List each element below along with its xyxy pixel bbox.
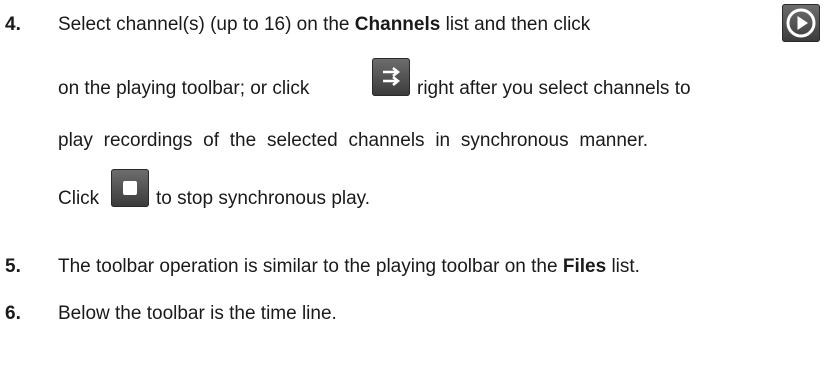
- text: to stop synchronous play.: [156, 188, 371, 209]
- text: Click: [58, 188, 100, 209]
- text: right after you select channels to: [417, 78, 691, 99]
- text: Below the toolbar is the time line.: [58, 303, 337, 324]
- play-icon: [782, 4, 820, 42]
- step-4-line-2b: right after you select channels to: [417, 78, 691, 100]
- step-5-text: The toolbar operation is similar to the …: [58, 256, 640, 278]
- text: list.: [606, 256, 640, 277]
- stop-icon: [111, 169, 149, 207]
- step-4-line-3: play recordings of the selected channels…: [58, 130, 648, 152]
- text: Select channel(s) (up to 16) on the: [58, 14, 355, 35]
- step-number: 5.: [5, 256, 21, 277]
- step-4-line-1: Select channel(s) (up to 16) on the Chan…: [58, 14, 590, 36]
- step-4-line-2: on the playing toolbar; or click: [58, 78, 309, 100]
- text: on the playing toolbar; or click: [58, 78, 310, 99]
- step-number: 6.: [5, 303, 21, 324]
- text: play recordings of the selected channels…: [58, 130, 649, 151]
- channels-label: Channels: [354, 14, 441, 35]
- step-4-line-4b: to stop synchronous play.: [156, 188, 370, 210]
- sync-play-icon: [372, 58, 410, 96]
- step-number: 4.: [5, 14, 21, 35]
- step-4-line-4: Click: [58, 188, 99, 210]
- text: The toolbar operation is similar to the …: [58, 256, 563, 277]
- files-label: Files: [562, 256, 607, 277]
- text: list and then click: [440, 14, 591, 35]
- step-6-text: Below the toolbar is the time line.: [58, 303, 337, 325]
